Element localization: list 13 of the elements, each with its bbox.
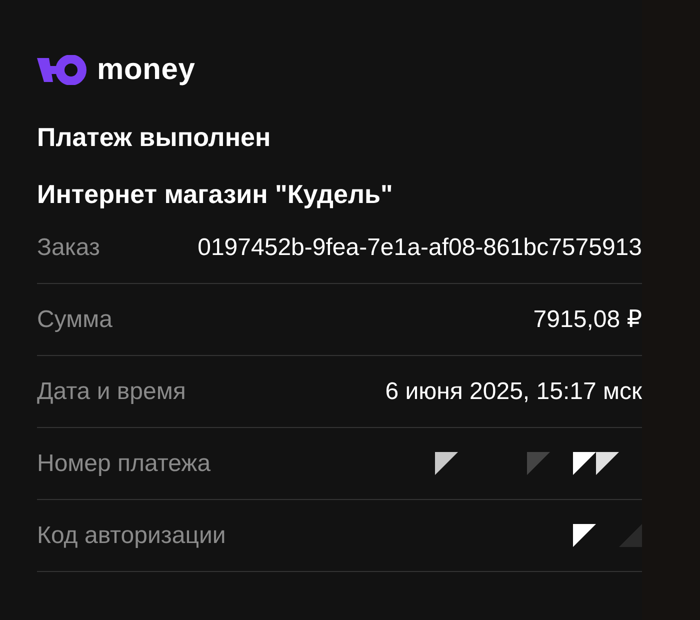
detail-label: Номер платежа [37,450,211,478]
detail-value: 6 июня 2025, 15:17 мск [385,378,642,406]
payment-status: Платеж выполнен [37,122,272,153]
detail-value: 0197452b-9fea-7e1a-af08-861bc7575913 [198,234,642,262]
detail-value: 7915,08 ₽ [533,305,642,334]
detail-label: Заказ [37,234,100,262]
redaction-drawing [573,524,642,547]
logo-icon [37,55,87,85]
brand-name: money [97,53,196,87]
detail-label: Сумма [37,306,112,334]
merchant-name: Интернет магазин "Кудель" [37,179,394,210]
detail-label: Дата и время [37,378,186,406]
detail-label: Код авторизации [37,522,226,550]
